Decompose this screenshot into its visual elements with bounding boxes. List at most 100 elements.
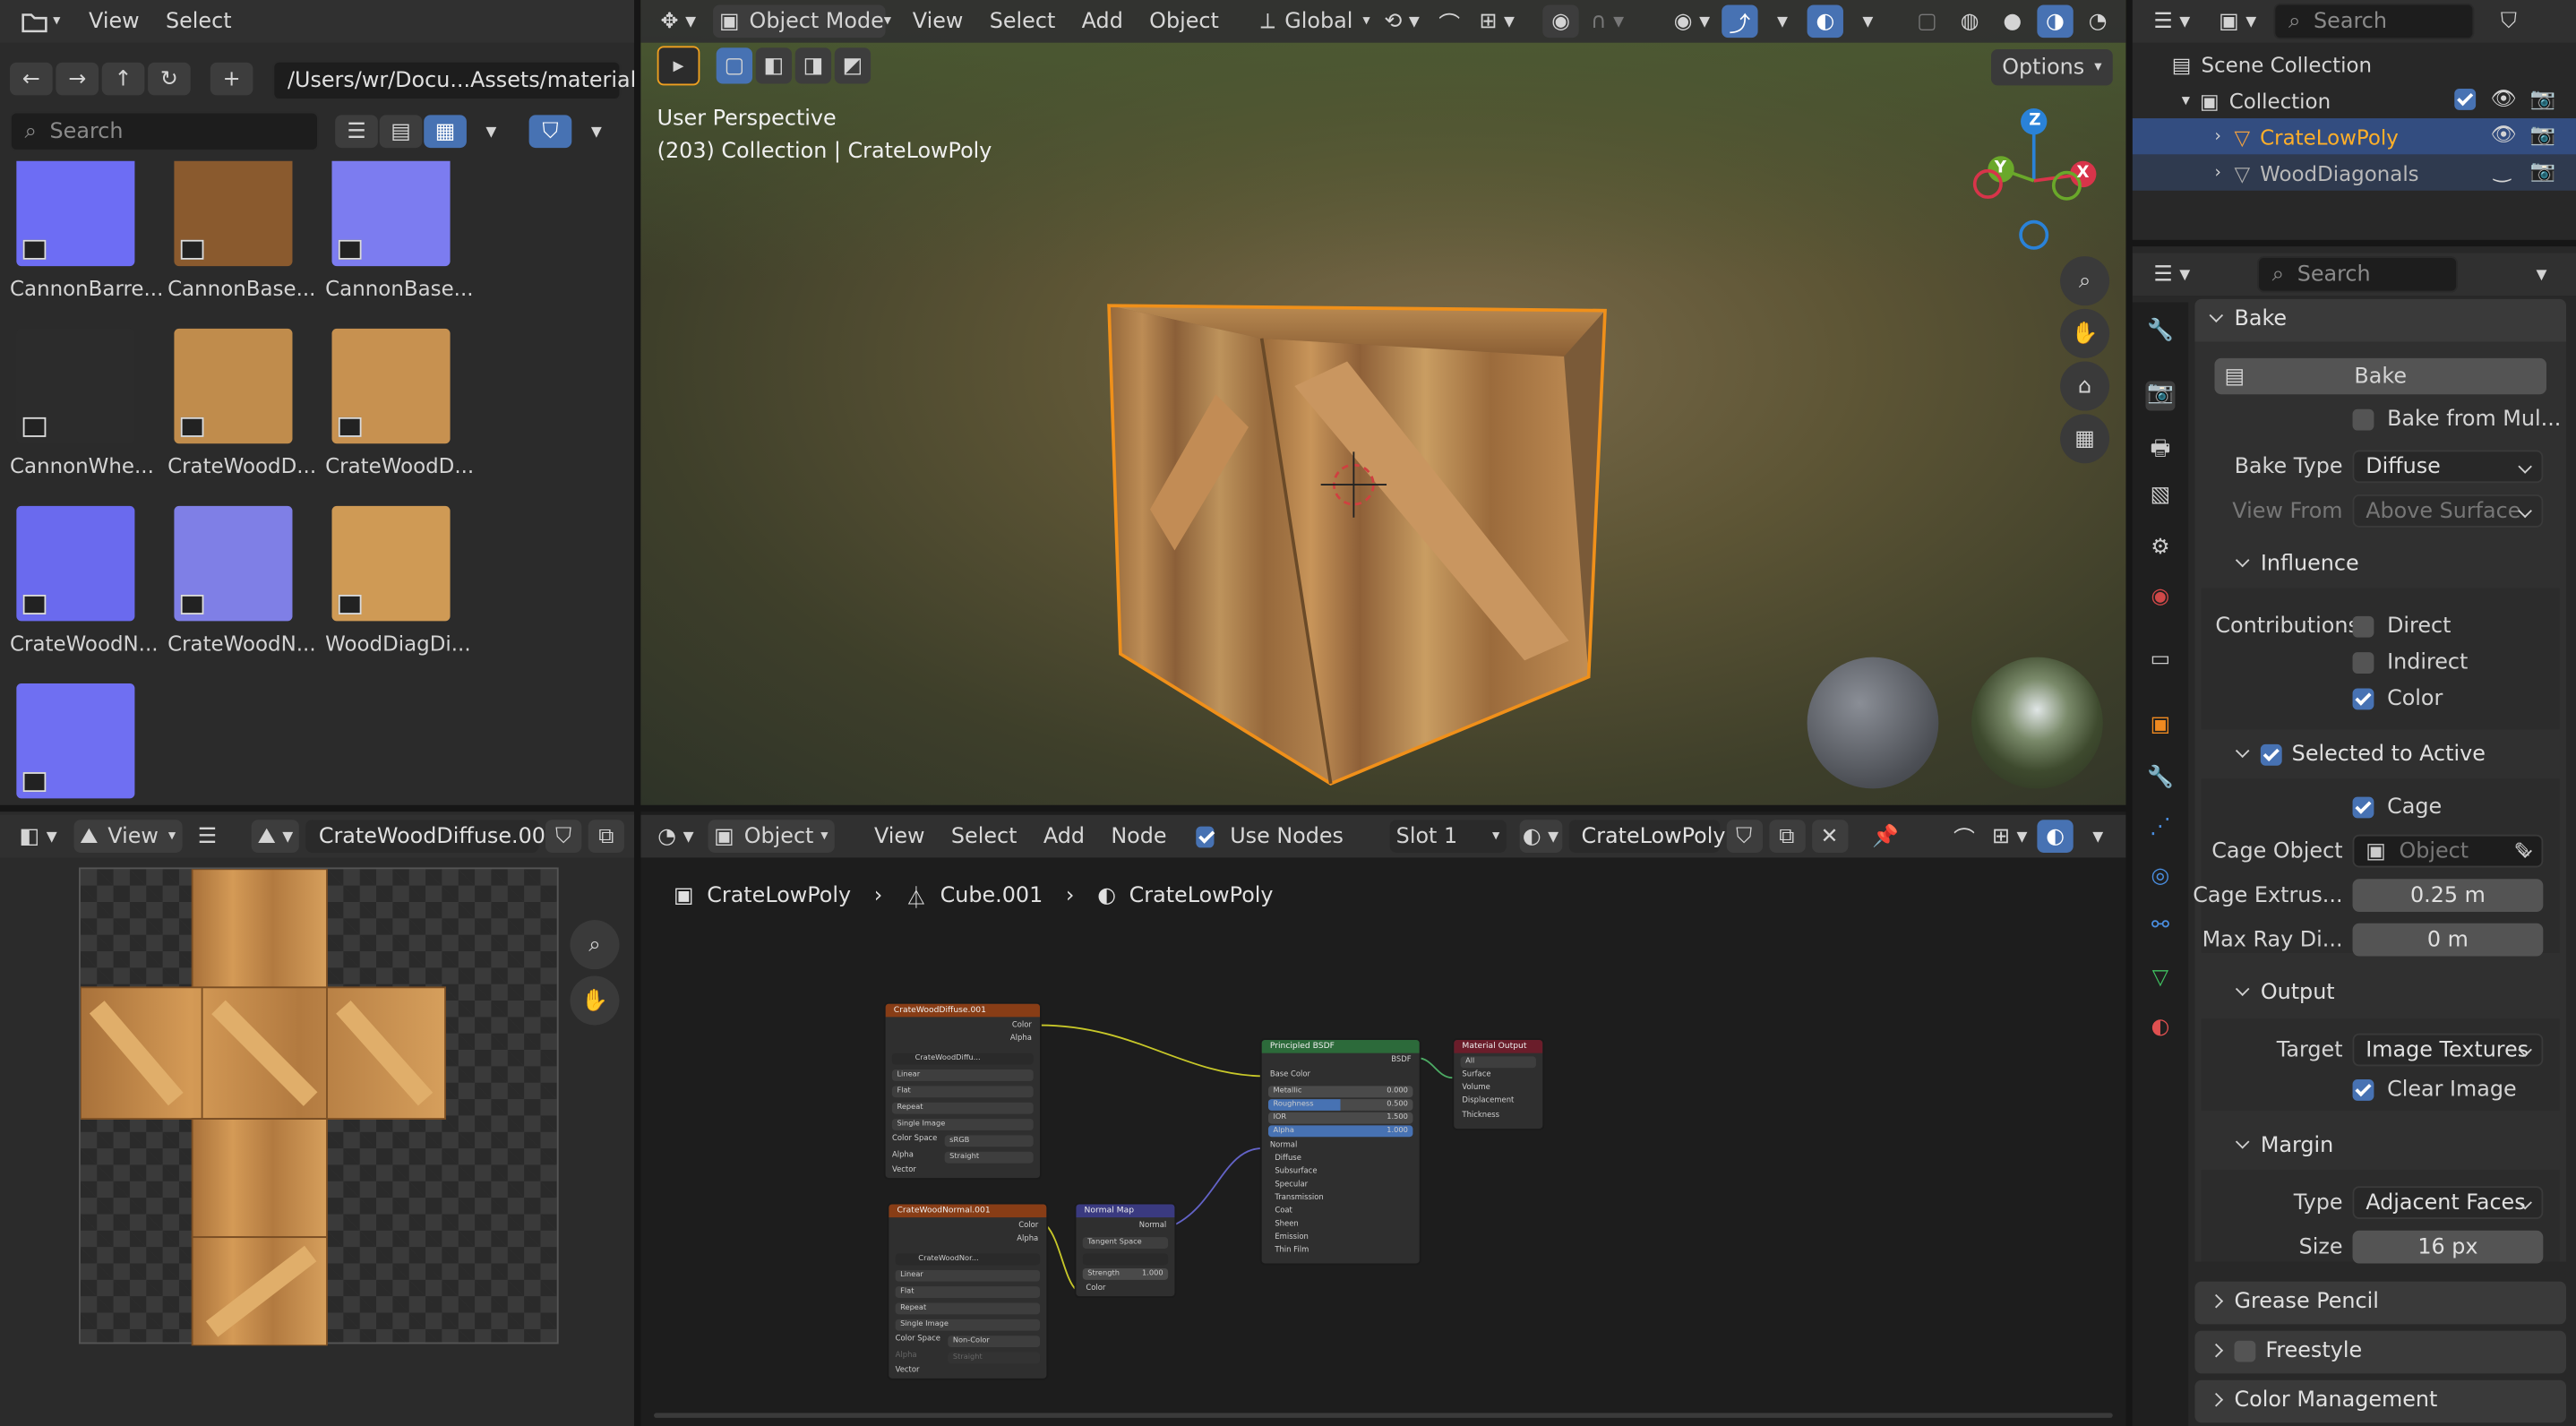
- selected-to-active-checkbox[interactable]: [2260, 743, 2282, 766]
- output-tab-icon[interactable]: 🖶: [2145, 434, 2175, 463]
- path-field[interactable]: /Users/wr/Docu...Assets/materials/: [272, 60, 634, 100]
- snap-toggle[interactable]: ⌒: [1431, 5, 1467, 39]
- ortho-grid-icon[interactable]: ▦: [2060, 414, 2110, 464]
- editor-type-button[interactable]: ☰ ▾: [2142, 258, 2202, 291]
- bake-from-multires-checkbox[interactable]: [2352, 408, 2374, 431]
- eye-closed-icon[interactable]: ‿: [2494, 158, 2510, 183]
- gizmo-toggle[interactable]: ⤴: [1722, 4, 1758, 39]
- chevron-down-icon[interactable]: ▾: [2182, 91, 2190, 109]
- new-image-button[interactable]: ⧉: [588, 820, 624, 853]
- menu-view[interactable]: View: [903, 9, 974, 34]
- editor-type-button[interactable]: ✥ ▾: [650, 5, 706, 39]
- roughness-field[interactable]: Roughness 0.500: [1267, 1099, 1413, 1111]
- filter-options-button[interactable]: ▾: [579, 115, 614, 148]
- uv-image-canvas[interactable]: [79, 867, 559, 1347]
- interpolation-dropdown[interactable]: Linear: [895, 1269, 1041, 1282]
- bsdf-panel-item[interactable]: Sheen: [1275, 1221, 1298, 1229]
- view-from-dropdown[interactable]: Above Surface: [2352, 494, 2544, 528]
- material-tab-icon[interactable]: ◐: [2145, 1016, 2175, 1045]
- menu-select[interactable]: Select: [980, 9, 1066, 34]
- orientation-dropdown[interactable]: ⟂ Global ▾: [1258, 5, 1372, 39]
- margin-subpanel-header[interactable]: Margin: [2235, 1134, 2333, 1158]
- shader-node-editor[interactable]: ◔ ▾ ▣ Object ▾ View Select Add Node Use …: [640, 812, 2126, 1426]
- freestyle-panel-header[interactable]: Freestyle: [2194, 1330, 2566, 1374]
- editor-type-button[interactable]: ◧ ▾: [10, 820, 66, 853]
- options-dropdown[interactable]: ▾: [2523, 258, 2559, 291]
- camera-icon[interactable]: 📷: [2530, 85, 2556, 111]
- zoom-icon[interactable]: ⌕: [2060, 256, 2110, 306]
- file-thumbnail[interactable]: [174, 328, 293, 444]
- color-management-panel-header[interactable]: Color Management: [2194, 1379, 2566, 1423]
- clear-image-row[interactable]: Clear Image: [2352, 1078, 2517, 1103]
- shading-material[interactable]: ◑: [2037, 4, 2074, 39]
- direct-row[interactable]: Direct: [2352, 614, 2451, 639]
- outliner-row-cratelowpoly[interactable]: › ▽ CrateLowPoly 👁 📷: [2132, 118, 2576, 155]
- bake-type-dropdown[interactable]: Diffuse: [2352, 450, 2544, 484]
- alpha-dropdown[interactable]: Straight: [944, 1151, 1034, 1164]
- filter-button[interactable]: ⛉: [528, 115, 572, 149]
- select-intersect-mode[interactable]: ◩: [834, 47, 872, 84]
- cage-checkbox[interactable]: [2352, 796, 2374, 819]
- pan-hand-icon[interactable]: ✋: [570, 975, 620, 1026]
- source-dropdown[interactable]: Single Image: [891, 1119, 1034, 1130]
- viewport-options-button[interactable]: Options ▾: [1991, 49, 2113, 86]
- collection-tab-icon[interactable]: ▭: [2145, 648, 2175, 677]
- file-search-input[interactable]: ⌕ Search: [10, 111, 319, 151]
- visibility-button[interactable]: ◉ ▾: [1669, 5, 1715, 39]
- chevron-right-icon[interactable]: ›: [2214, 127, 2220, 145]
- chevron-right-icon[interactable]: ›: [2214, 164, 2220, 182]
- file-thumbnail[interactable]: [174, 505, 293, 622]
- alpha-field[interactable]: Alpha 1.000: [1267, 1125, 1413, 1138]
- menu-view[interactable]: View: [79, 9, 150, 34]
- modifier-tab-icon[interactable]: 🔧: [2145, 766, 2175, 795]
- refresh-button[interactable]: ↻: [148, 62, 191, 96]
- cage-extrusion-field[interactable]: 0.25 m: [2352, 879, 2544, 912]
- bake-from-multires-row[interactable]: Bake from Mul...: [2352, 408, 2561, 432]
- outliner-row-scene-collection[interactable]: ▤ Scene Collection: [2133, 46, 2576, 82]
- bsdf-panel-item[interactable]: Diffuse: [1275, 1155, 1301, 1163]
- bsdf-panel-item[interactable]: Specular: [1275, 1181, 1308, 1190]
- selected-to-active-header[interactable]: Selected to Active: [2235, 743, 2486, 768]
- influence-subpanel-header[interactable]: Influence: [2235, 552, 2359, 577]
- pan-hand-icon[interactable]: ✋: [2060, 308, 2110, 358]
- select-box-mode[interactable]: ▢: [716, 47, 753, 84]
- outliner-search-input[interactable]: ⌕ Search: [2273, 3, 2475, 40]
- falloff-button[interactable]: ∩ ▾: [1585, 5, 1629, 39]
- overlay-toggle[interactable]: ◐: [1807, 4, 1843, 39]
- menu-hamburger-icon[interactable]: ☰: [189, 820, 225, 853]
- select-extend-mode[interactable]: ◧: [755, 47, 793, 84]
- space-dropdown[interactable]: Tangent Space: [1082, 1237, 1169, 1249]
- camera-icon[interactable]: ⌂: [2060, 361, 2110, 411]
- margin-size-field[interactable]: 16 px: [2352, 1230, 2544, 1264]
- file-thumbnail[interactable]: [331, 505, 451, 622]
- color-checkbox[interactable]: [2352, 688, 2374, 710]
- 3d-viewport[interactable]: ✥ ▾ ▣ Object Mode ▾ View Select Add Obje…: [640, 0, 2126, 805]
- indirect-checkbox[interactable]: [2352, 652, 2374, 674]
- extension-dropdown[interactable]: Repeat: [891, 1102, 1034, 1114]
- vertical-list-button[interactable]: ☰: [335, 115, 378, 149]
- editor-type-button[interactable]: ☰ ▾: [2142, 5, 2202, 39]
- crate-object[interactable]: [1101, 279, 1627, 805]
- shading-solid[interactable]: ●: [1995, 5, 2031, 39]
- shading-rendered[interactable]: ◔: [2080, 5, 2116, 39]
- strength-field[interactable]: Strength 1.000: [1082, 1267, 1169, 1280]
- target-dropdown[interactable]: Image Textures: [2352, 1033, 2544, 1067]
- clear-image-checkbox[interactable]: [2352, 1079, 2374, 1101]
- camera-icon[interactable]: 📷: [2530, 122, 2556, 148]
- file-thumbnail[interactable]: [174, 160, 293, 267]
- view-mode-dropdown[interactable]: ⛰ View ▾: [73, 820, 183, 853]
- tool-tab-icon[interactable]: 🔧: [2145, 319, 2175, 348]
- source-dropdown[interactable]: Single Image: [895, 1319, 1041, 1331]
- collection-include-checkbox[interactable]: [2454, 89, 2477, 110]
- file-thumbnail[interactable]: [16, 683, 135, 799]
- alpha-dropdown[interactable]: Straight: [948, 1352, 1041, 1364]
- metallic-field[interactable]: Metallic 0.000: [1267, 1086, 1413, 1098]
- camera-icon[interactable]: 📷: [2530, 158, 2556, 184]
- parent-dir-button[interactable]: ↑: [101, 62, 145, 96]
- constraints-tab-icon[interactable]: ⚯: [2145, 914, 2175, 943]
- horizontal-list-button[interactable]: ▤: [379, 115, 423, 149]
- eye-icon[interactable]: 👁: [2491, 85, 2517, 111]
- pivot-button[interactable]: ⟲ ▾: [1379, 5, 1425, 39]
- grease-pencil-panel-header[interactable]: Grease Pencil: [2194, 1281, 2566, 1325]
- proportional-edit-toggle[interactable]: ◉: [1542, 4, 1579, 39]
